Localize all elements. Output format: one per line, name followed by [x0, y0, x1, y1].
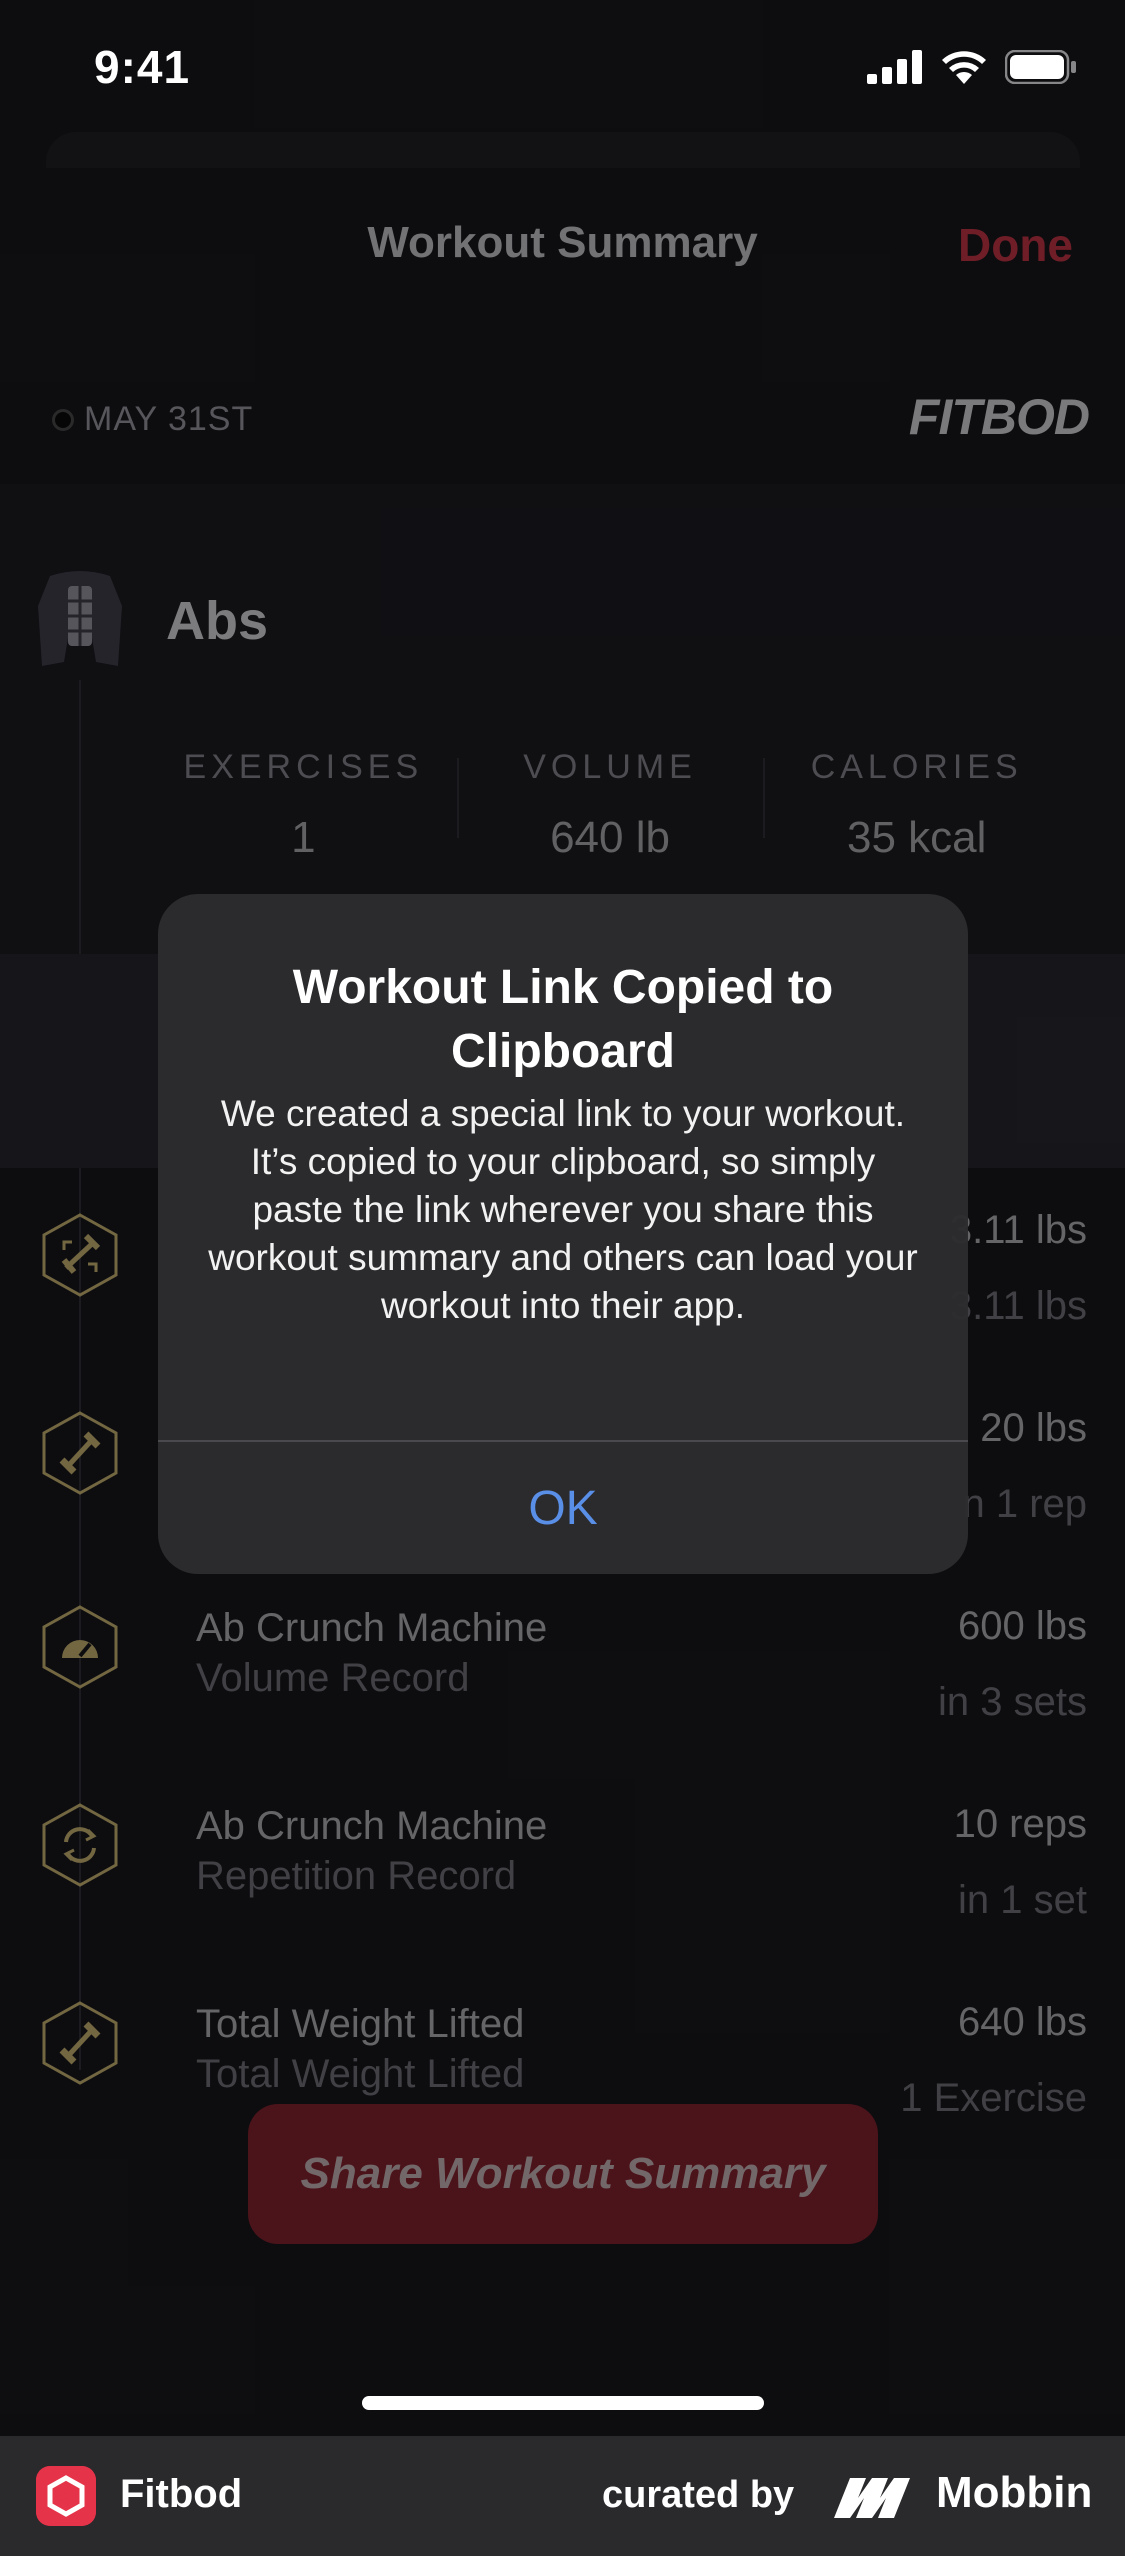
fitbod-app-icon	[36, 2466, 96, 2526]
status-icons	[867, 50, 1077, 84]
clipboard-alert: Workout Link Copied to Clipboard We crea…	[158, 894, 968, 1574]
alert-title: Workout Link Copied to Clipboard	[292, 961, 834, 1078]
curated-by-label: curated by	[602, 2474, 795, 2516]
mobbin-footer: Fitbod curated by Mobbin	[0, 2436, 1125, 2556]
mobbin-logo-icon	[834, 2478, 910, 2518]
home-indicator	[362, 2396, 764, 2410]
footer-app-name: Fitbod	[120, 2472, 243, 2516]
wifi-icon	[942, 51, 986, 84]
mobbin-brand: Mobbin	[936, 2468, 1093, 2517]
cellular-signal-icon	[867, 50, 922, 84]
ok-button[interactable]: OK	[158, 1442, 968, 1574]
status-bar: 9:41	[0, 0, 1125, 140]
status-time: 9:41	[94, 41, 191, 93]
battery-icon	[1005, 50, 1076, 84]
alert-message: We created a special link to your workou…	[208, 1093, 918, 1326]
